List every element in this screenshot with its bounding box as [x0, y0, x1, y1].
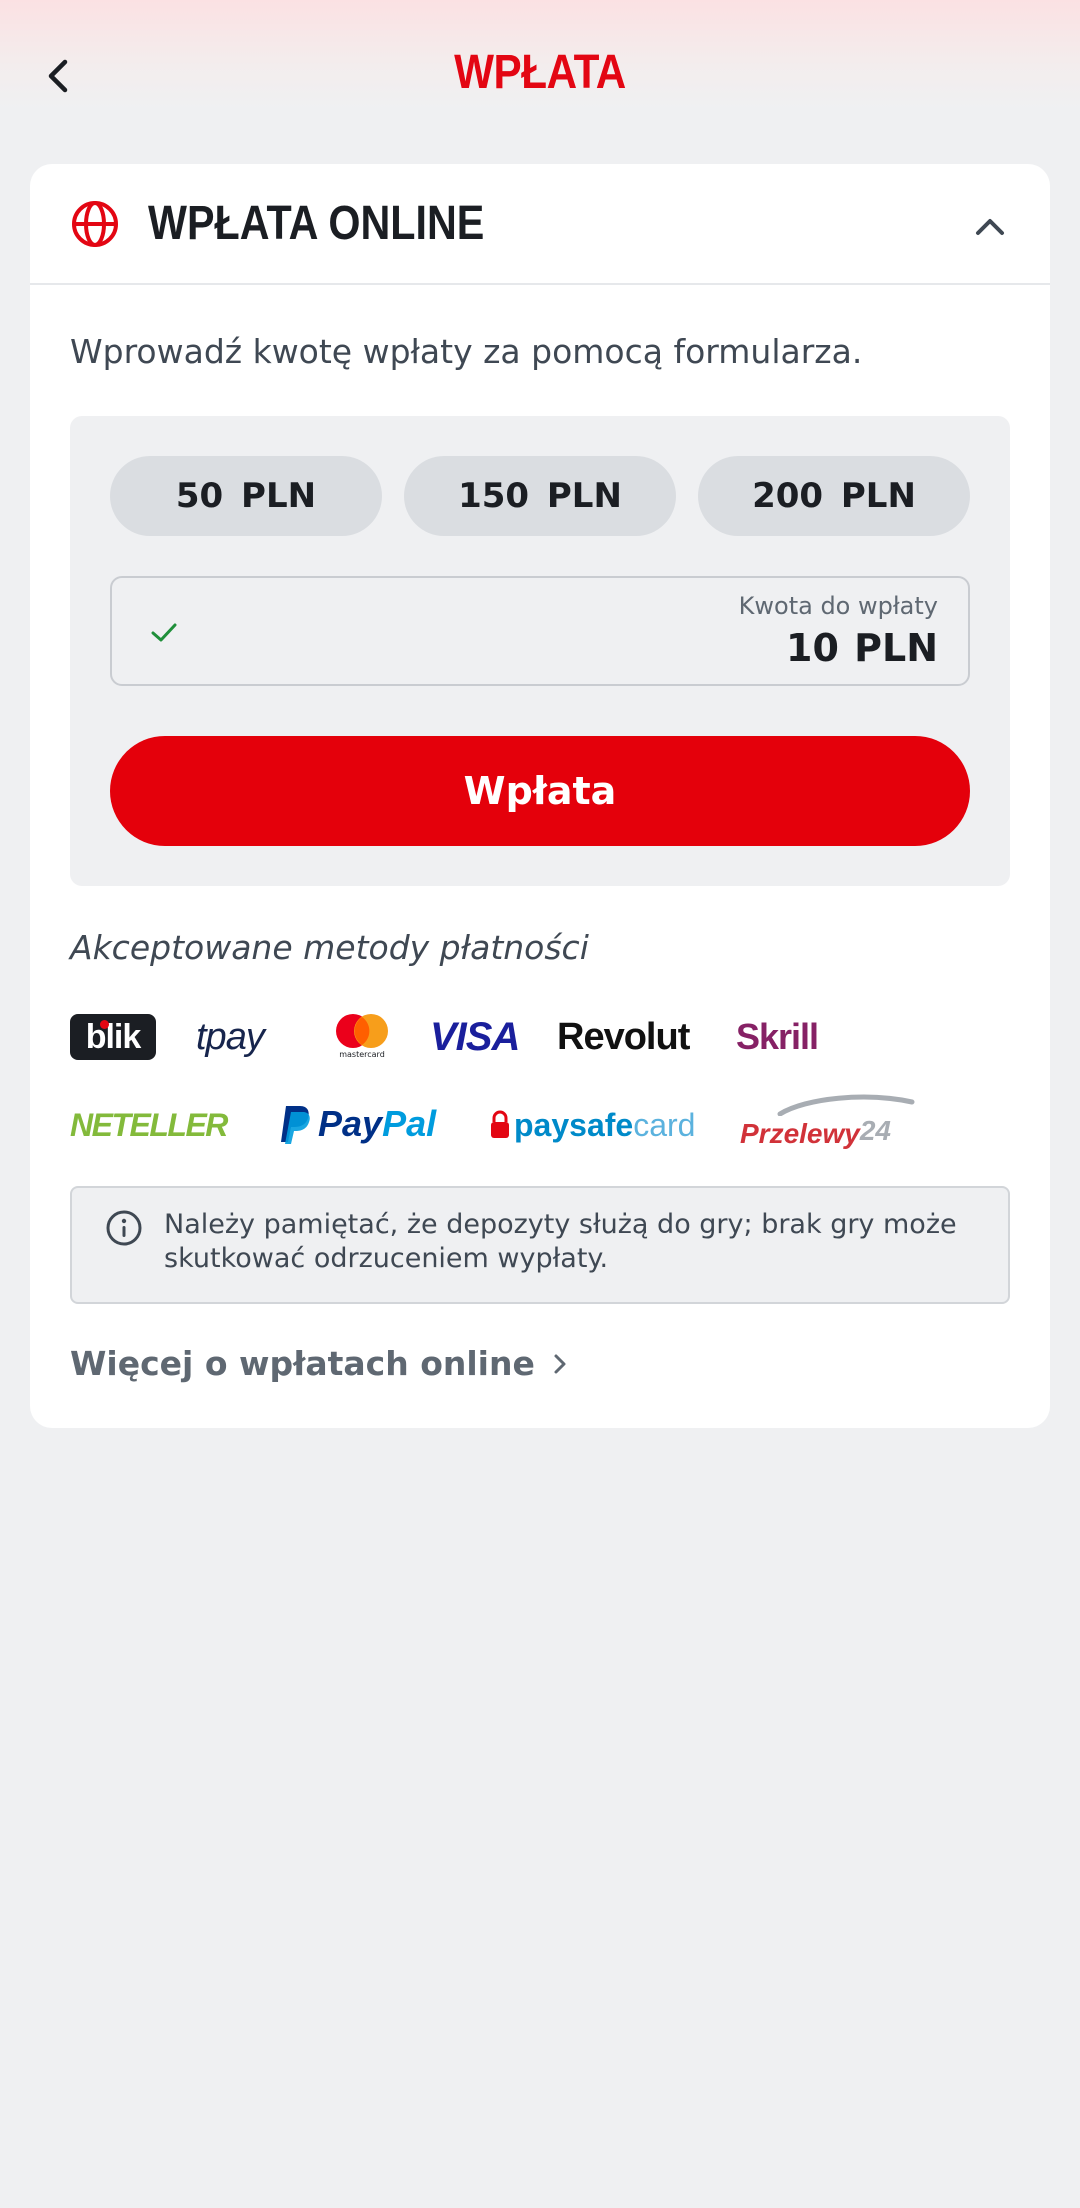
lock-icon: [491, 1110, 509, 1138]
amount-chip-200[interactable]: 200 PLN: [698, 456, 970, 536]
przelewy24-swoosh: [777, 1094, 915, 1116]
notice-text: Należy pamiętać, że depozyty służą do gr…: [164, 1209, 957, 1274]
deposit-button[interactable]: Wpłata: [110, 736, 970, 846]
top-bar: WPŁATA: [0, 0, 1080, 110]
przelewy24-logo: Przelewy 24: [740, 1094, 920, 1152]
section-title: WPŁATA ONLINE: [148, 197, 485, 250]
payment-methods-title: Akceptowane metody płatności: [70, 928, 589, 967]
intro-text: Wprowadź kwotę wpłaty za pomocą formular…: [70, 332, 863, 371]
online-deposit-card: WPŁATA ONLINE Wprowadź kwotę wpłaty za p…: [30, 164, 1050, 1428]
section-header[interactable]: WPŁATA ONLINE: [30, 164, 1050, 285]
visa-logo: VISA: [430, 1014, 520, 1059]
checkmark-icon: [151, 623, 177, 642]
amount-value: 10 PLN: [786, 626, 938, 670]
deposit-form: 50 PLN 150 PLN 200 PLN Kwota do wpłaty 1…: [70, 416, 1010, 886]
mastercard-logo: mastercard: [330, 1012, 394, 1064]
amount-chip-50[interactable]: 50 PLN: [110, 456, 382, 536]
skrill-logo: Skrill: [736, 1016, 819, 1057]
paypal-icon: [281, 1106, 310, 1144]
chevron-right-icon: [554, 1354, 566, 1373]
page-title: WPŁATA: [454, 46, 626, 99]
revolut-logo: Revolut: [557, 1015, 690, 1058]
more-link-label: Więcej o wpłatach online: [70, 1344, 535, 1383]
paypal-logo: Pay Pal: [278, 1098, 436, 1150]
blik-logo-text: blik: [85, 1017, 142, 1056]
mastercard-icon: [336, 1014, 388, 1048]
globe-icon: [72, 201, 118, 247]
amount-label: Kwota do wpłaty: [738, 592, 938, 620]
deposit-notice: Należy pamiętać, że depozyty służą do gr…: [70, 1186, 1010, 1304]
amount-input[interactable]: Kwota do wpłaty 10 PLN: [110, 576, 970, 686]
paysafecard-logo: paysafe card: [490, 1100, 695, 1150]
more-about-online-deposits-link[interactable]: Więcej o wpłatach online: [70, 1344, 575, 1383]
blik-logo: blik: [70, 1014, 156, 1060]
amount-chip-150[interactable]: 150 PLN: [404, 456, 676, 536]
tpay-logo: tpay: [196, 1015, 265, 1058]
blik-dot: [100, 1020, 109, 1029]
neteller-logo: NETELLER: [70, 1106, 228, 1143]
chevron-up-icon[interactable]: [970, 206, 1010, 246]
info-icon: [106, 1210, 142, 1246]
